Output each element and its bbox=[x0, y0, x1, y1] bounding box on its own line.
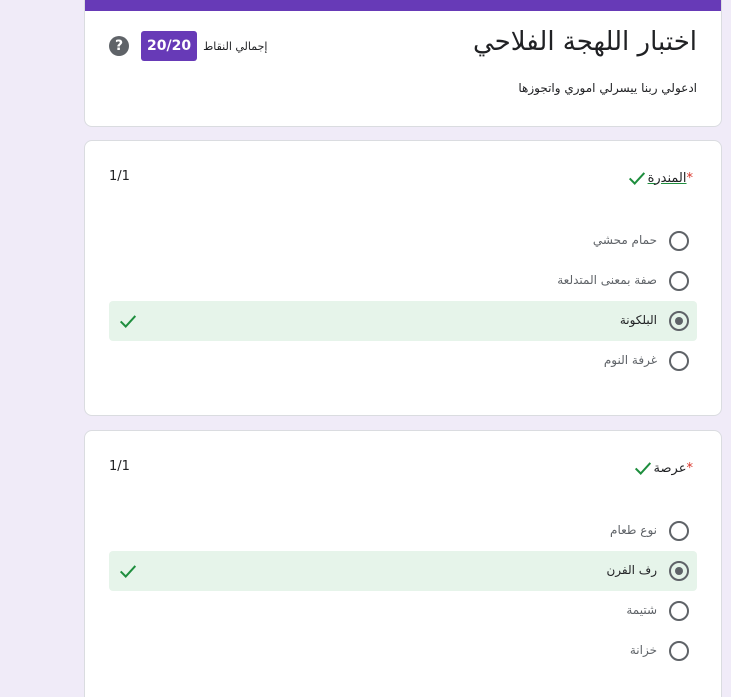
radio-icon[interactable] bbox=[669, 231, 689, 251]
radio-icon[interactable] bbox=[669, 641, 689, 661]
form-description: ادعولي ربنا ييسرلي اموري واتجوزها bbox=[518, 81, 697, 95]
check-icon bbox=[119, 565, 137, 578]
option-item-correct[interactable]: رف الفرن bbox=[109, 551, 697, 591]
option-item[interactable]: صفة بمعنى المتدلعة bbox=[109, 261, 697, 301]
score-badge: 20/20 bbox=[141, 31, 198, 61]
question-points: 1/1 bbox=[109, 459, 130, 474]
radio-icon[interactable] bbox=[669, 521, 689, 541]
question-title: المندرة bbox=[647, 170, 687, 186]
question-title: عرصة bbox=[653, 460, 687, 476]
radio-icon[interactable] bbox=[669, 351, 689, 371]
form-header-card: اختبار اللهجة الفلاحي ادعولي ربنا ييسرلي… bbox=[84, 0, 722, 127]
question-card-2: عرصة * 1/1 نوع طعام رف الفرن شتيمة خزانة bbox=[84, 430, 722, 697]
radio-selected-icon[interactable] bbox=[669, 311, 689, 331]
option-item[interactable]: غرفة النوم bbox=[109, 341, 697, 381]
option-label: البلكونة bbox=[619, 313, 657, 327]
option-item[interactable]: حمام محشي bbox=[109, 221, 697, 261]
required-mark: * bbox=[686, 170, 694, 186]
option-label: شتيمة bbox=[626, 603, 657, 617]
option-label: رف الفرن bbox=[606, 563, 657, 577]
check-icon bbox=[634, 462, 651, 475]
check-icon bbox=[119, 315, 137, 328]
score-area: ? 20/20 إجمالي النقاط bbox=[109, 31, 267, 61]
option-item[interactable]: خزانة bbox=[109, 631, 697, 671]
option-item-correct[interactable]: البلكونة bbox=[109, 301, 697, 341]
radio-selected-icon[interactable] bbox=[669, 561, 689, 581]
radio-icon[interactable] bbox=[669, 601, 689, 621]
option-item[interactable]: شتيمة bbox=[109, 591, 697, 631]
option-label: حمام محشي bbox=[592, 233, 657, 247]
option-label: نوع طعام bbox=[610, 523, 657, 537]
option-label: غرفة النوم bbox=[603, 353, 657, 367]
option-label: خزانة bbox=[629, 643, 657, 657]
form-title: اختبار اللهجة الفلاحي bbox=[472, 27, 697, 57]
option-label: صفة بمعنى المتدلعة bbox=[557, 273, 657, 287]
accent-bar bbox=[85, 0, 721, 11]
question-header: عرصة * bbox=[618, 457, 697, 479]
question-card-1: المندرة * 1/1 حمام محشي صفة بمعنى المتدل… bbox=[84, 140, 722, 416]
check-icon bbox=[628, 172, 645, 185]
help-icon[interactable]: ? bbox=[109, 36, 129, 56]
form-page: اختبار اللهجة الفلاحي ادعولي ربنا ييسرلي… bbox=[0, 0, 731, 697]
score-label: إجمالي النقاط bbox=[203, 39, 268, 53]
required-mark: * bbox=[686, 460, 694, 476]
option-item[interactable]: نوع طعام bbox=[109, 511, 697, 551]
question-header: المندرة * bbox=[612, 167, 697, 189]
radio-icon[interactable] bbox=[669, 271, 689, 291]
question-points: 1/1 bbox=[109, 169, 130, 184]
